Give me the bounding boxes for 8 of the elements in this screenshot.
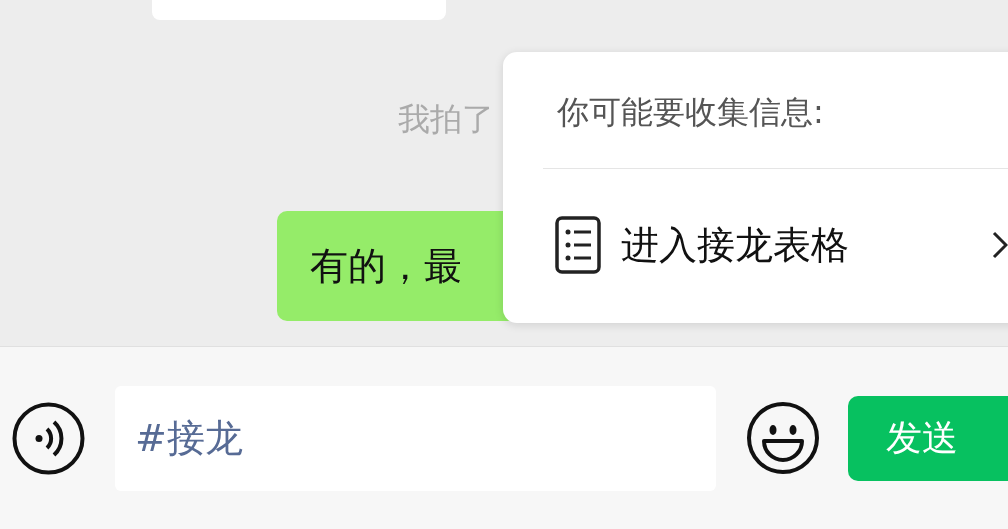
- emoji-icon[interactable]: [746, 401, 820, 475]
- chevron-right-icon: [992, 231, 1008, 259]
- voice-icon[interactable]: [12, 401, 85, 475]
- system-message: 我拍了: [398, 99, 494, 140]
- input-field[interactable]: #接龙: [115, 385, 716, 491]
- list-icon: [555, 216, 601, 274]
- menu-item-label: 进入接龙表格: [621, 221, 849, 269]
- popup-title: 你可能要收集信息:: [557, 92, 824, 132]
